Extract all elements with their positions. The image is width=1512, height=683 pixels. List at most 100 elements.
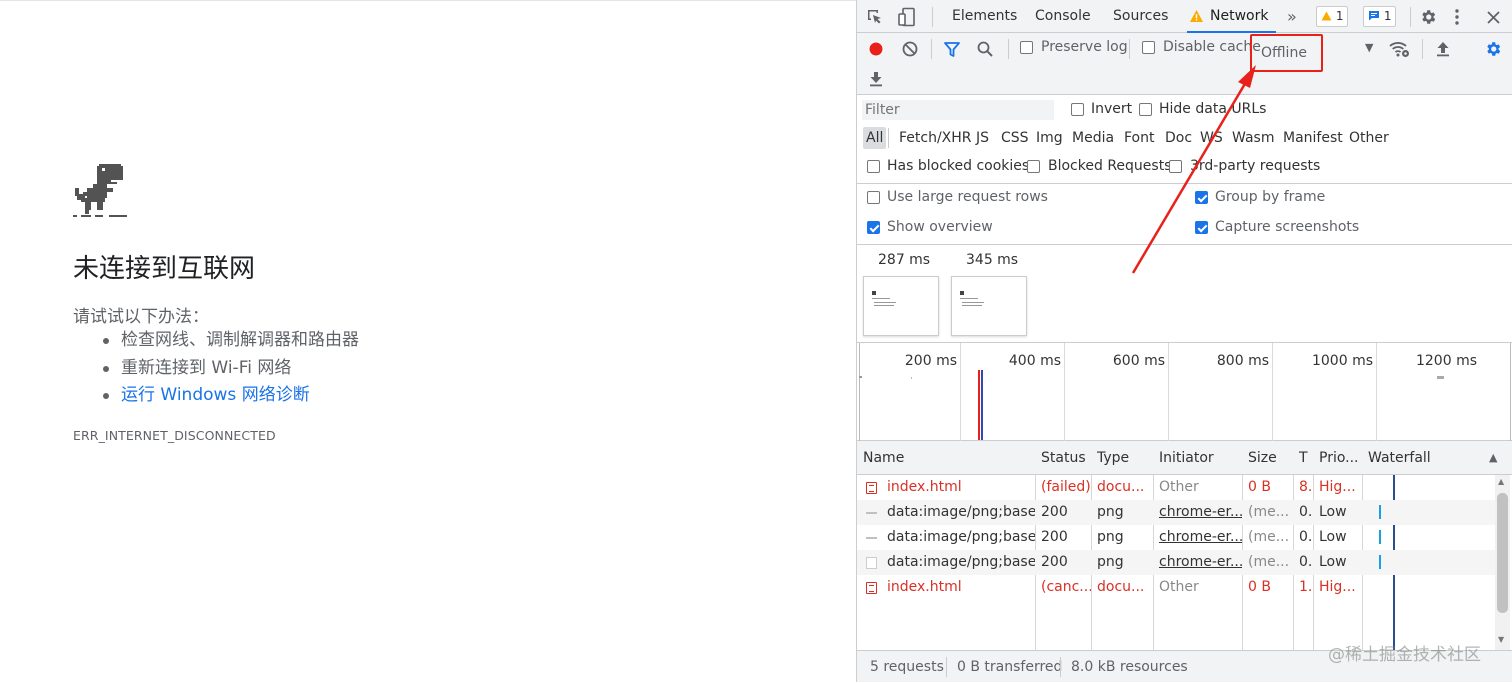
record-icon[interactable] — [866, 39, 886, 59]
clear-icon[interactable] — [900, 39, 920, 59]
import-har-icon[interactable] — [1433, 39, 1453, 59]
show-overview-label: Show overview — [887, 219, 993, 235]
filter-type-wasm[interactable]: Wasm — [1229, 127, 1277, 149]
screenshot-thumbnail[interactable] — [863, 276, 939, 336]
filter-input[interactable] — [862, 100, 1054, 120]
cell-name: data:image/png;base... — [887, 554, 1035, 570]
table-row[interactable]: index.html (failed) docu... Other 0 B 8... Hig… — [857, 475, 1497, 500]
cell-initiator[interactable]: chrome-er... — [1153, 550, 1242, 575]
table-row[interactable]: data:image/png;base... 200 png chrome-er...… — [857, 500, 1497, 525]
cell-initiator[interactable]: chrome-er... — [1153, 525, 1242, 550]
cell-type: png — [1097, 504, 1124, 520]
screenshot-time: 345 ms — [966, 252, 1019, 268]
filter-type-ws[interactable]: WS — [1197, 127, 1226, 149]
column-header-type[interactable]: Type — [1091, 441, 1153, 475]
transferred-size: 0 B transferred — [957, 659, 1063, 675]
network-settings-gear-icon[interactable] — [1483, 39, 1503, 59]
filter-type-media[interactable]: Media — [1069, 127, 1117, 149]
cell-type: png — [1097, 529, 1124, 545]
chevron-down-icon[interactable]: ▼ — [1365, 41, 1373, 54]
filter-type-other[interactable]: Other — [1346, 127, 1392, 149]
tab-console[interactable]: Console — [1035, 0, 1091, 33]
warning-icon — [1321, 11, 1332, 21]
requests-table: Name Status Type Initiator Size T Prio..… — [857, 441, 1512, 650]
group-by-frame-checkbox[interactable] — [1195, 191, 1208, 204]
close-icon[interactable] — [1483, 7, 1503, 27]
cell-time: 8... — [1299, 479, 1313, 495]
tab-sources[interactable]: Sources — [1113, 0, 1168, 33]
filter-type-doc[interactable]: Doc — [1162, 127, 1195, 149]
device-toolbar-icon[interactable] — [898, 7, 916, 27]
column-header-name[interactable]: Name — [857, 441, 1035, 475]
messages-badge[interactable]: 1 — [1363, 6, 1397, 27]
invert-label: Invert — [1091, 101, 1133, 117]
table-row[interactable]: index.html (canc... docu... Other 0 B 1... Hig… — [857, 575, 1497, 600]
column-header-status[interactable]: Status — [1035, 441, 1091, 475]
disable-cache-checkbox[interactable] — [1142, 41, 1155, 54]
filter-type-img[interactable]: Img — [1033, 127, 1066, 149]
filter-type-all[interactable]: All — [863, 127, 887, 149]
column-header-size[interactable]: Size — [1242, 441, 1293, 475]
filter-type-font[interactable]: Font — [1121, 127, 1157, 149]
cell-status: (canc... — [1041, 579, 1091, 595]
has-blocked-cookies-checkbox[interactable] — [867, 160, 880, 173]
filter-type-js[interactable]: JS — [973, 127, 992, 149]
tab-elements[interactable]: Elements — [952, 0, 1017, 33]
dino-icon[interactable] — [73, 164, 127, 218]
scrollbar-thumb[interactable] — [1497, 493, 1508, 613]
cell-initiator[interactable]: chrome-er... — [1153, 500, 1242, 525]
more-options-icon[interactable] — [1451, 7, 1463, 27]
blocked-requests-label: Blocked Requests — [1048, 158, 1172, 174]
warnings-badge[interactable]: 1 — [1316, 6, 1349, 27]
show-overview-checkbox[interactable] — [867, 221, 880, 234]
table-row[interactable]: data:image/png;base... 200 png chrome-er...… — [857, 550, 1497, 575]
run-diagnostics-link[interactable]: 运行 Windows 网络诊断 — [100, 383, 359, 411]
offline-error-page: 未连接到互联网 请试试以下办法： 检查网线、调制解调器和路由器 重新连接到 Wi… — [0, 0, 856, 682]
cell-priority: Low — [1319, 504, 1347, 520]
suggestions-list: 检查网线、调制解调器和路由器 重新连接到 Wi-Fi 网络 运行 Windows… — [100, 328, 359, 411]
cell-priority: Low — [1319, 554, 1347, 570]
capture-screenshots-checkbox[interactable] — [1195, 221, 1208, 234]
network-conditions-icon[interactable] — [1388, 39, 1410, 59]
scroll-down-icon[interactable]: ▼ — [1498, 635, 1504, 644]
invert-checkbox[interactable] — [1071, 103, 1084, 116]
page-title: 未连接到互联网 — [73, 254, 256, 284]
devtools-tab-bar: Elements Console Sources Network » 1 1 — [857, 0, 1512, 33]
overview-timeline[interactable]: 200 ms 400 ms 600 ms 800 ms 1000 ms 1200… — [857, 343, 1512, 441]
hide-data-urls-checkbox[interactable] — [1139, 103, 1152, 116]
column-header-priority[interactable]: Prio... — [1313, 441, 1362, 475]
dom-content-loaded-marker — [981, 370, 983, 440]
cell-status: 200 — [1041, 529, 1068, 545]
column-header-time[interactable]: T — [1293, 441, 1313, 475]
filter-type-manifest[interactable]: Manifest — [1280, 127, 1346, 149]
table-scrollbar[interactable]: ▲ ▼ — [1495, 475, 1510, 650]
sort-ascending-icon[interactable]: ▲ — [1489, 441, 1497, 475]
preserve-log-checkbox[interactable] — [1020, 41, 1033, 54]
warning-icon — [1190, 10, 1203, 22]
screenshot-thumbnail[interactable] — [951, 276, 1027, 336]
column-header-initiator[interactable]: Initiator — [1153, 441, 1242, 475]
cell-status: 200 — [1041, 554, 1068, 570]
offline-highlight-box — [1250, 34, 1323, 72]
search-icon[interactable] — [975, 39, 995, 59]
third-party-checkbox[interactable] — [1169, 160, 1182, 173]
timeline-tick: 400 ms — [1008, 353, 1061, 369]
scroll-up-icon[interactable]: ▲ — [1498, 477, 1504, 486]
filter-type-css[interactable]: CSS — [998, 127, 1032, 149]
cell-name: index.html — [887, 579, 962, 595]
column-header-waterfall[interactable]: Waterfall — [1362, 441, 1492, 475]
cell-priority: Hig... — [1319, 579, 1356, 595]
disable-cache-label: Disable cache — [1163, 39, 1261, 55]
more-tabs-icon[interactable]: » — [1287, 0, 1297, 33]
filter-type-fetch-xhr[interactable]: Fetch/XHR — [896, 127, 975, 149]
tab-network[interactable]: Network — [1187, 0, 1277, 33]
blocked-requests-checkbox[interactable] — [1027, 160, 1040, 173]
inspect-element-icon[interactable] — [866, 8, 884, 26]
table-row[interactable]: data:image/png;base... 200 png chrome-er...… — [857, 525, 1497, 550]
cell-size: (me... — [1248, 504, 1290, 520]
filter-icon[interactable] — [942, 39, 962, 59]
large-rows-checkbox[interactable] — [867, 191, 880, 204]
timeline-tick: 800 ms — [1216, 353, 1269, 369]
settings-gear-icon[interactable] — [1418, 7, 1438, 27]
export-har-icon[interactable] — [866, 69, 886, 89]
